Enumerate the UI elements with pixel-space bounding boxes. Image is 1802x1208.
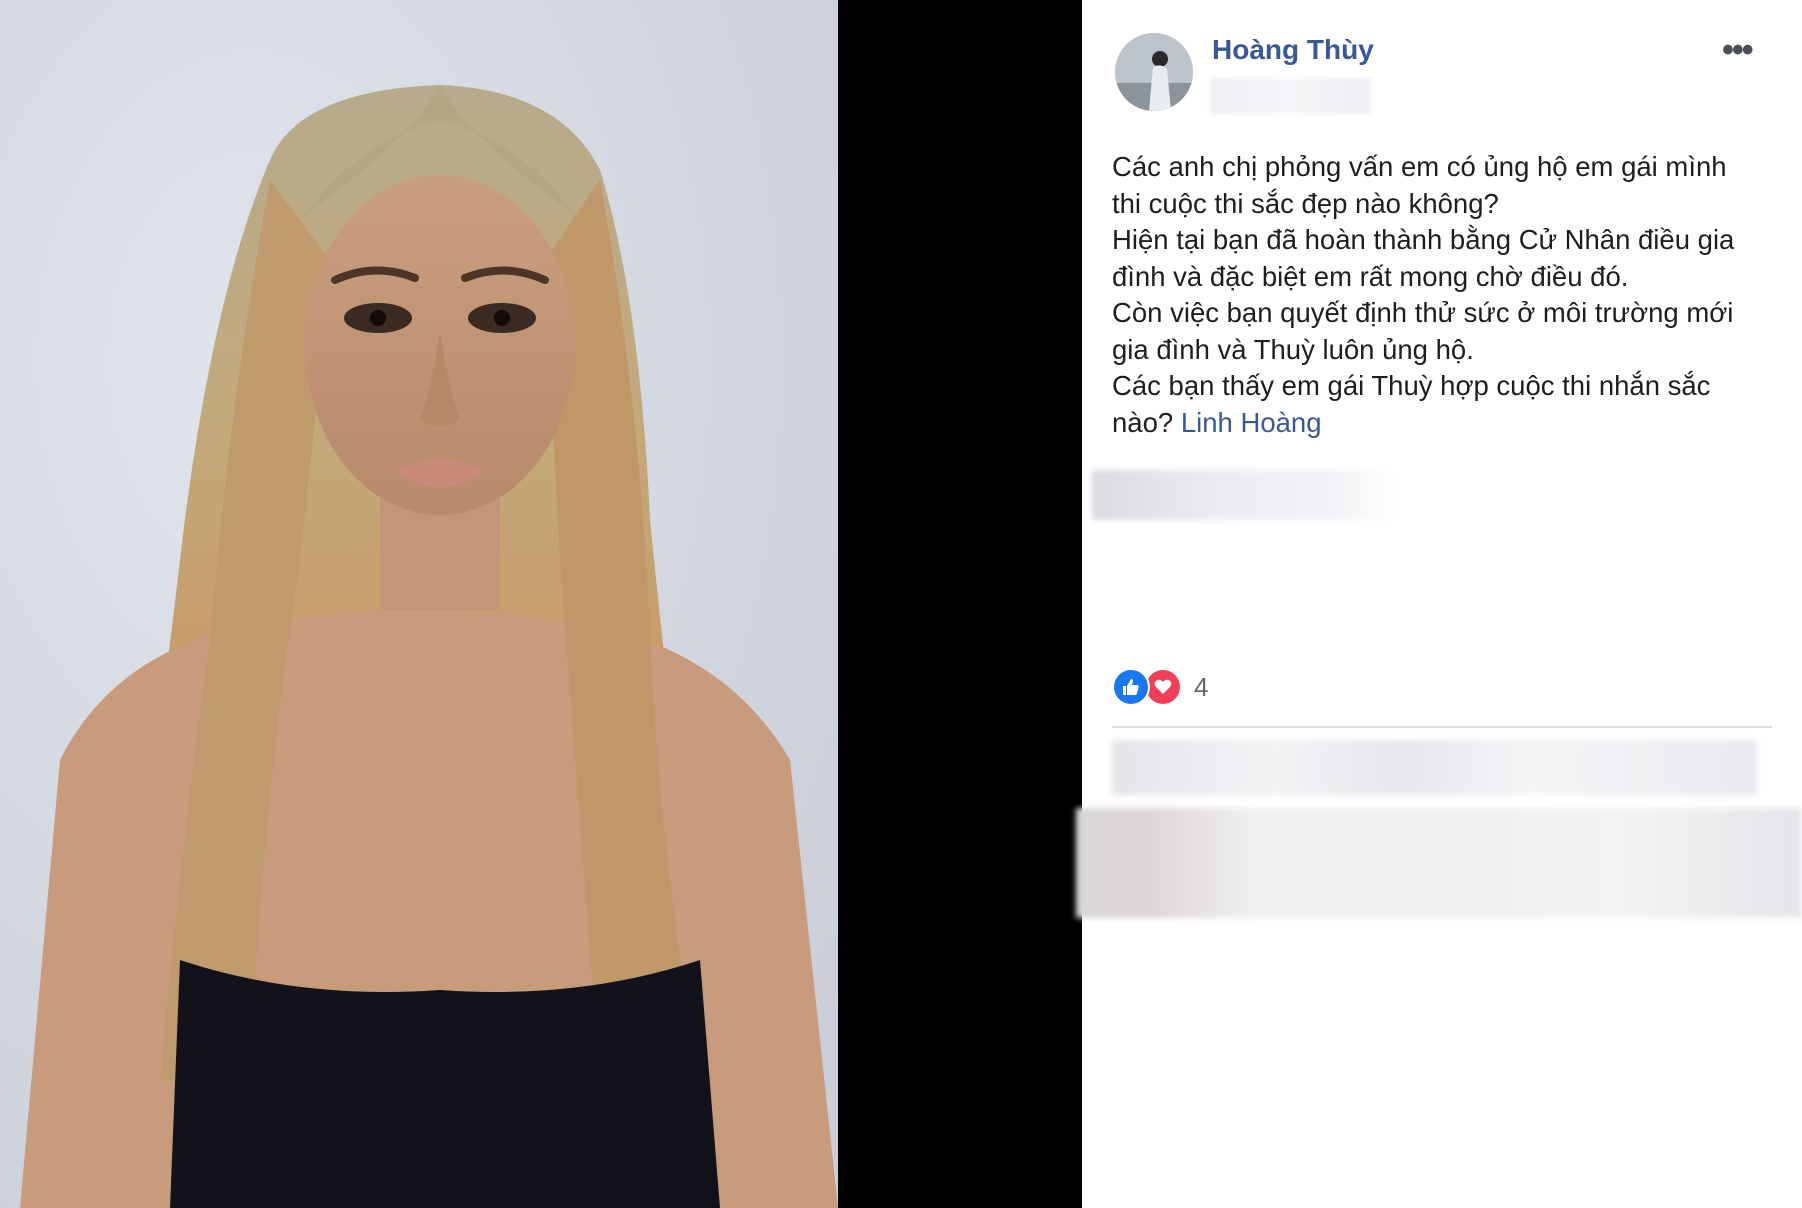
blurred-actions-bar — [1112, 740, 1757, 795]
mention-link[interactable]: Linh Hoàng — [1181, 407, 1322, 438]
reactions-summary[interactable]: 4 — [1112, 668, 1208, 706]
blurred-comment — [1076, 808, 1802, 918]
post-line: gia đình và Thuỳ luôn ủng hộ. — [1112, 333, 1474, 365]
more-options-button[interactable]: ••• — [1722, 33, 1754, 67]
post-line: Hiện tại bạn đã hoàn thành bằng Cử Nhân … — [1112, 224, 1735, 255]
avatar-image — [1115, 33, 1193, 111]
post-panel: Hoàng Thùy ••• Các anh chị phỏng vấn em … — [1076, 0, 1802, 1208]
author-avatar[interactable] — [1115, 33, 1193, 111]
post-line: thi cuộc thi sắc đẹp nào không? — [1112, 187, 1499, 219]
post-line-prefix: nào? — [1112, 406, 1181, 438]
timestamp-blurred — [1210, 78, 1370, 114]
lightbox-gap — [838, 0, 1082, 1208]
portrait-illustration — [0, 0, 838, 1208]
blurred-attachment — [1092, 470, 1397, 520]
post-photo[interactable] — [0, 0, 838, 1208]
author-name-link[interactable]: Hoàng Thùy — [1212, 34, 1374, 66]
post-line: đình và đặc biệt em rất mong chờ điều đó… — [1112, 260, 1629, 292]
post-line: Còn việc bạn quyết định thử sức ở môi tr… — [1112, 297, 1734, 328]
reaction-count: 4 — [1194, 671, 1209, 702]
black-top — [170, 960, 720, 1208]
post-line-last: nào? Linh Hoàng — [1112, 405, 1782, 442]
post-line: Các anh chị phỏng vấn em có ủng hộ em gá… — [1112, 151, 1727, 182]
post-text: Các anh chị phỏng vấn em có ủng hộ em gá… — [1112, 149, 1782, 441]
post-line: Các bạn thấy em gái Thuỳ hợp cuộc thi nh… — [1112, 370, 1711, 401]
like-icon — [1112, 668, 1150, 706]
reactions-divider — [1112, 726, 1772, 728]
